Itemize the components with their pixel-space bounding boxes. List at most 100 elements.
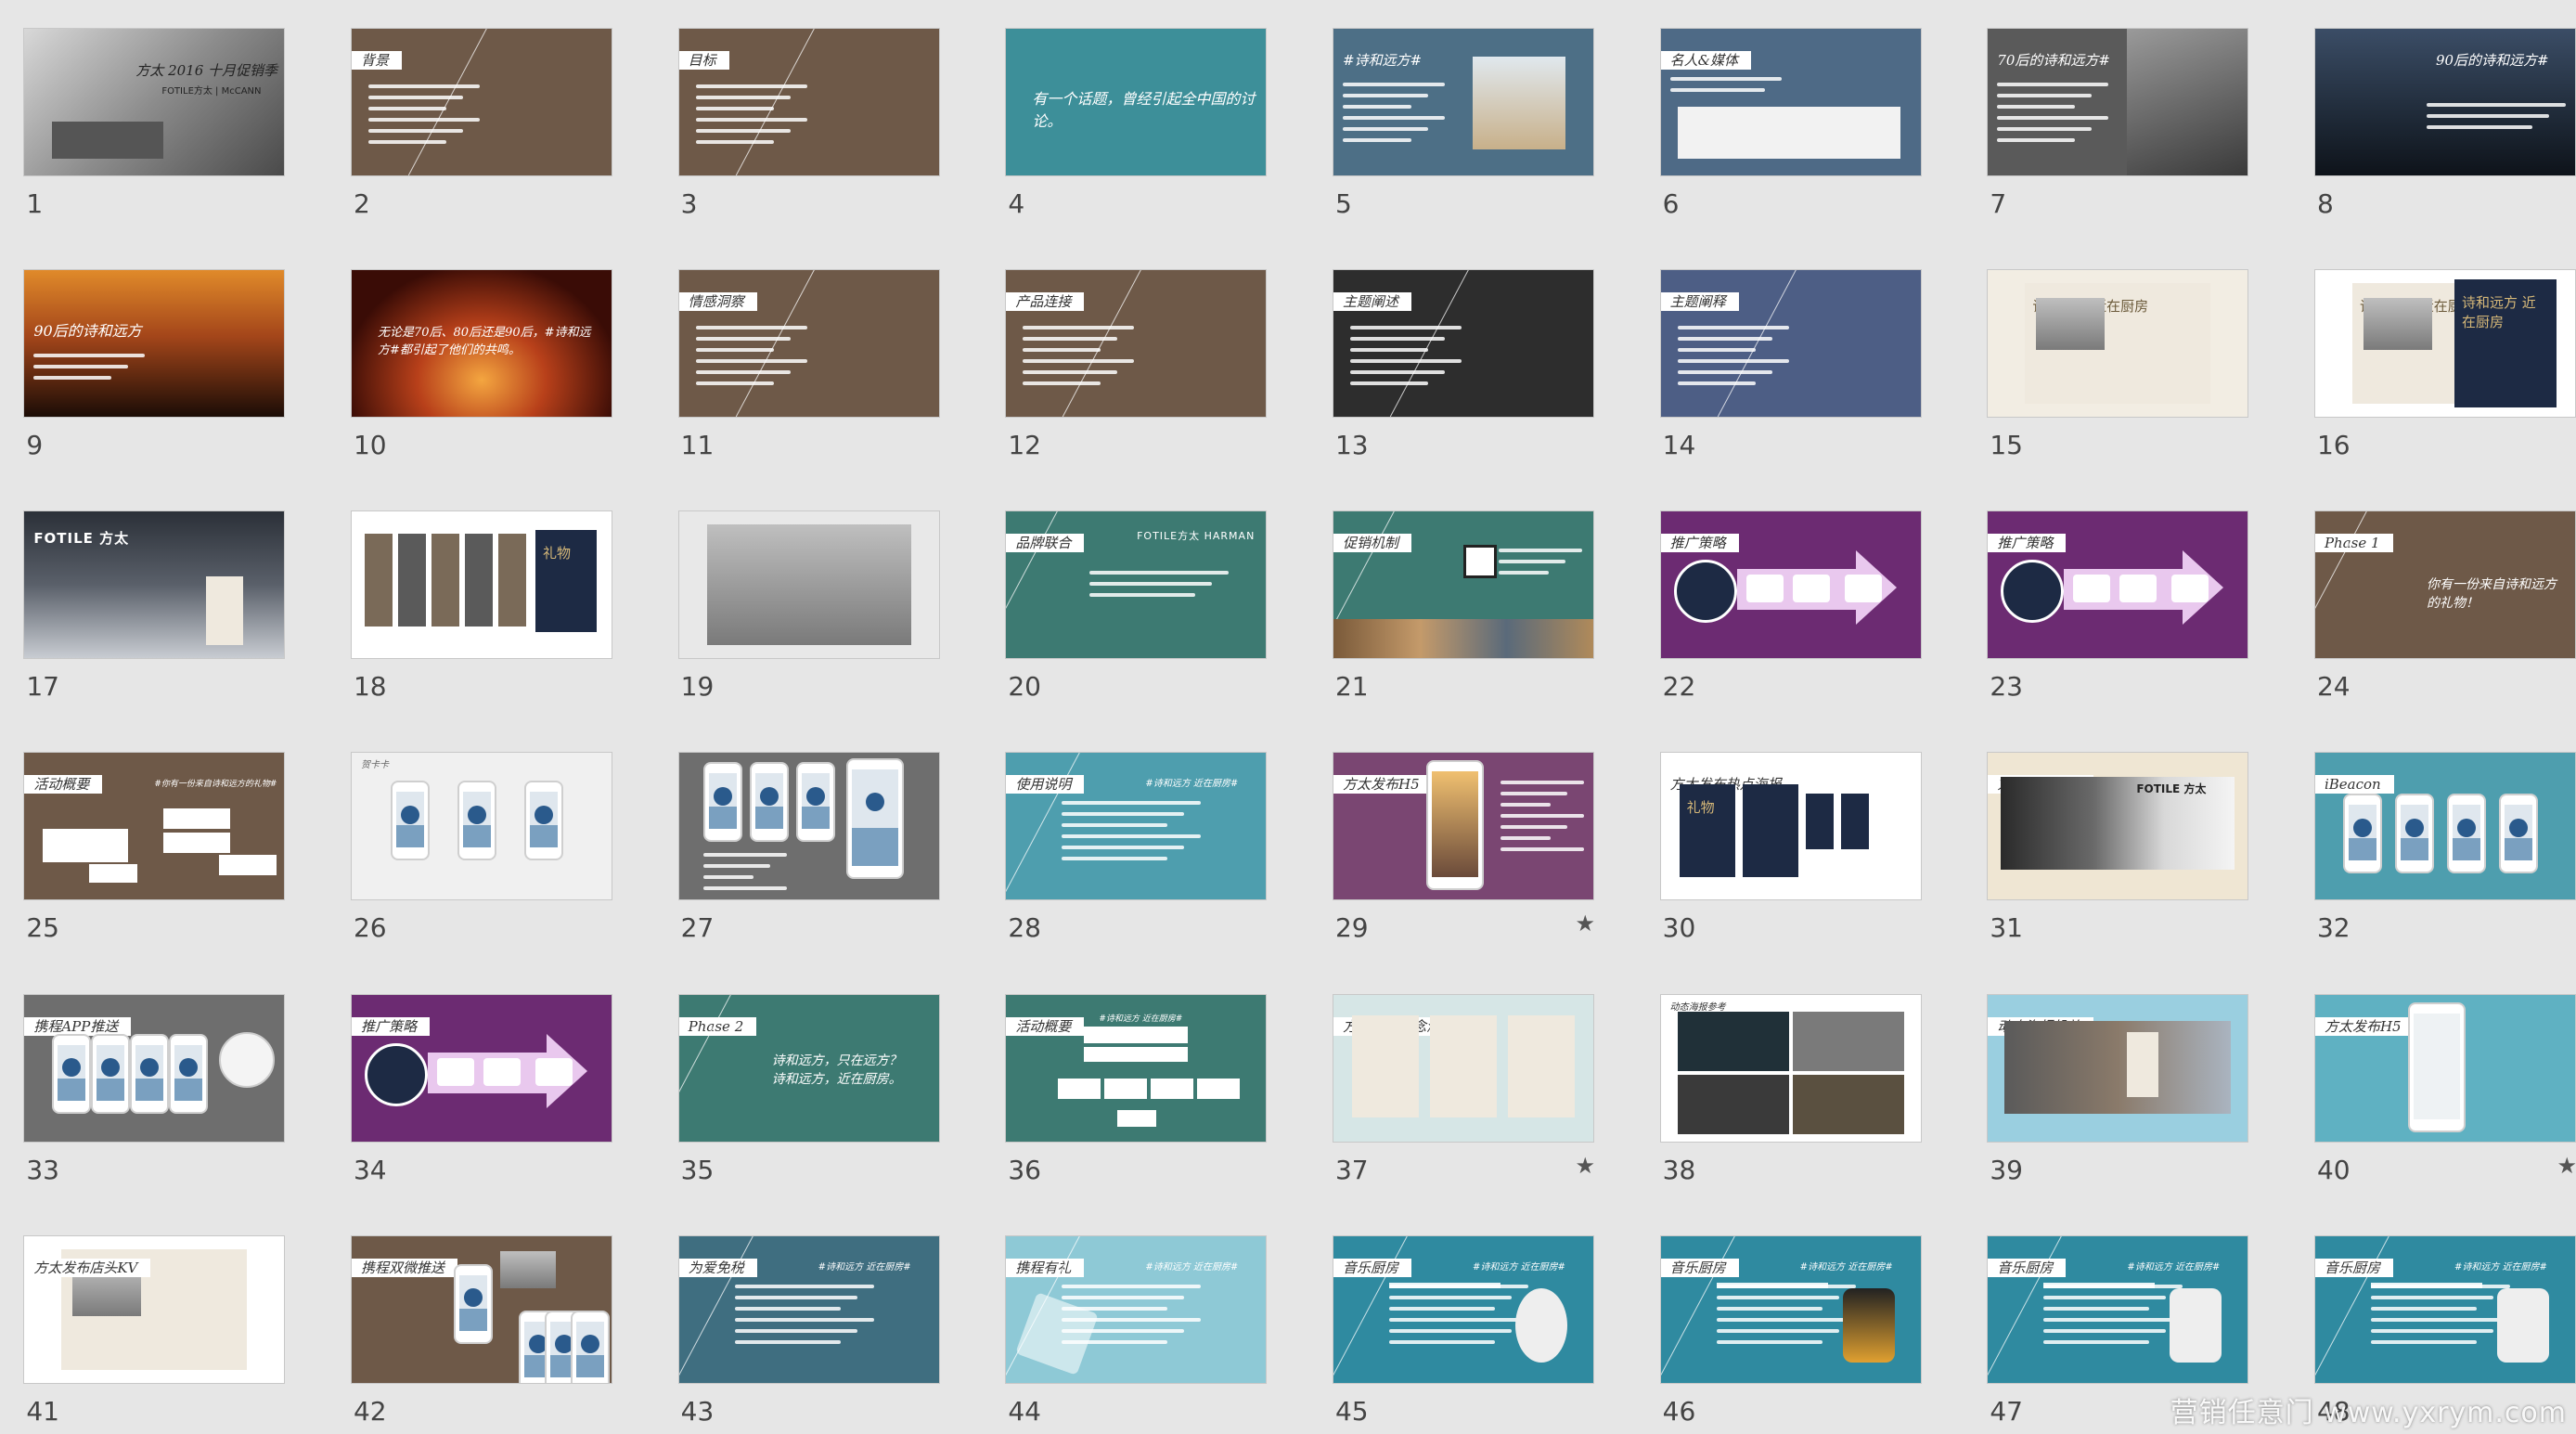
slide-preview[interactable]: 名人&媒体 (1660, 28, 1921, 175)
slide-thumbnail-46[interactable]: 音乐厨房 #诗和远方 近在厨房# 46 (1660, 1235, 1921, 1431)
slide-thumbnail-16[interactable]: 诗和远方 近在厨房诗和远方 近在厨房 16 (2314, 270, 2575, 465)
slide-preview[interactable]: 方太发布店头KV (24, 1235, 285, 1383)
text-line-placeholder (702, 875, 753, 880)
slide-thumbnail-31[interactable]: 方太店头陈列FOTILE 方太 31 (1988, 753, 2248, 948)
slide-preview[interactable]: 无论是70后、80后还是90后，#诗和远方#都引起了他们的共鸣。 (351, 270, 612, 418)
slide-thumbnail-6[interactable]: 名人&媒体 6 (1660, 28, 1921, 224)
slide-thumbnail-33[interactable]: 携程APP推送 33 (24, 994, 285, 1190)
slide-preview[interactable]: 情感洞察 (678, 270, 939, 418)
slide-preview[interactable]: iBeacon (2314, 753, 2575, 900)
slide-preview[interactable]: 诗和远方 近在厨房诗和远方 近在厨房 (2314, 270, 2575, 418)
slide-preview[interactable]: 主题阐述 (1333, 270, 1593, 418)
slide-preview[interactable]: 90后的诗和远方 (24, 270, 285, 418)
slide-preview[interactable]: 礼物 (351, 511, 612, 659)
slide-thumbnail-8[interactable]: 90后的诗和远方# 8 (2314, 28, 2575, 224)
slide-preview[interactable]: 音乐厨房 #诗和远方 近在厨房# (1660, 1235, 1921, 1383)
slide-thumbnail-39[interactable]: 动态海报投放 39 (1988, 994, 2248, 1190)
slide-thumbnail-2[interactable]: 背景 2 (351, 28, 612, 224)
slide-thumbnail-9[interactable]: 90后的诗和远方 9 (24, 270, 285, 465)
slide-thumbnail-41[interactable]: 方太发布店头KV 41 (24, 1235, 285, 1431)
slide-preview[interactable]: 目标 (678, 28, 939, 175)
text-line-placeholder (1342, 115, 1445, 120)
slide-thumbnail-36[interactable]: 活动概要 #诗和远方 近在厨房# 36 (1006, 994, 1267, 1190)
slide-preview[interactable]: 音乐厨房 #诗和远方 近在厨房# (2314, 1235, 2575, 1383)
slide-preview[interactable] (678, 753, 939, 900)
slide-preview[interactable]: 推广策略 (351, 994, 612, 1142)
slide-thumbnail-44[interactable]: 携程有礼 #诗和远方 近在厨房# 44 (1006, 1235, 1267, 1431)
slide-thumbnail-23[interactable]: 推广策略 23 (1988, 511, 2248, 706)
slide-thumbnail-20[interactable]: 品牌联合 FOTILE方太 HARMAN 20 (1006, 511, 1267, 706)
slide-thumbnail-42[interactable]: 携程双微推送 42 (351, 1235, 612, 1431)
slide-preview[interactable]: 方太发布热点海报礼物 (1660, 753, 1921, 900)
slide-thumbnail-1[interactable]: 方太 2016 十月促销季 FOTILE方太 | McCANN 1 (24, 28, 285, 224)
slide-preview[interactable]: 动态海报投放 (1988, 994, 2248, 1142)
slide-preview[interactable]: 促销机制 (1333, 511, 1593, 659)
slide-preview[interactable]: 使用说明 #诗和远方 近在厨房# (1006, 753, 1267, 900)
slide-preview[interactable]: 动态海报参考 (1660, 994, 1921, 1142)
slide-preview[interactable]: 产品连接 (1006, 270, 1267, 418)
slide-preview[interactable]: 推广策略 (1988, 511, 2248, 659)
slide-preview[interactable]: 音乐厨房 #诗和远方 近在厨房# (1333, 1235, 1593, 1383)
slide-preview[interactable]: 方太发布悬念海报 (1333, 994, 1593, 1142)
slide-thumbnail-30[interactable]: 方太发布热点海报礼物 30 (1660, 753, 1921, 948)
slide-preview[interactable]: 携程有礼 #诗和远方 近在厨房# (1006, 1235, 1267, 1383)
slide-preview[interactable]: 诗和远方 近在厨房 (1988, 270, 2248, 418)
slide-thumbnail-45[interactable]: 音乐厨房 #诗和远方 近在厨房# 45 (1333, 1235, 1593, 1431)
slide-preview[interactable]: #诗和远方# (1333, 28, 1593, 175)
slide-thumbnail-11[interactable]: 情感洞察 11 (678, 270, 939, 465)
slide-preview[interactable]: 背景 (351, 28, 612, 175)
slide-preview[interactable]: Phase 2 诗和远方，只在远方？诗和远方，近在厨房。 (678, 994, 939, 1142)
slide-thumbnail-12[interactable]: 产品连接 12 (1006, 270, 1267, 465)
slide-preview[interactable]: 活动概要 #诗和远方 近在厨房# (1006, 994, 1267, 1142)
slide-thumbnail-13[interactable]: 主题阐述 13 (1333, 270, 1593, 465)
slide-thumbnail-5[interactable]: #诗和远方# 5 (1333, 28, 1593, 224)
slide-preview[interactable] (678, 511, 939, 659)
slide-thumbnail-15[interactable]: 诗和远方 近在厨房 15 (1988, 270, 2248, 465)
slide-preview[interactable]: 携程双微推送 (351, 1235, 612, 1383)
slide-preview[interactable]: 音乐厨房 #诗和远方 近在厨房# (1988, 1235, 2248, 1383)
slide-thumbnail-25[interactable]: 活动概要 #你有一份来自诗和远方的礼物# 25 (24, 753, 285, 948)
slide-thumbnail-4[interactable]: 有一个话题，曾经引起全中国的讨论。 4 (1006, 28, 1267, 224)
slide-preview[interactable]: FOTILE 方太 (24, 511, 285, 659)
slide-thumbnail-28[interactable]: 使用说明 #诗和远方 近在厨房# 28 (1006, 753, 1267, 948)
text-line-placeholder (1716, 1328, 1839, 1333)
slide-preview[interactable]: 70后的诗和远方# (1988, 28, 2248, 175)
slide-thumbnail-27[interactable]: 27 (678, 753, 939, 948)
slide-preview[interactable]: 活动概要 #你有一份来自诗和远方的礼物# (24, 753, 285, 900)
slide-thumbnail-17[interactable]: FOTILE 方太 17 (24, 511, 285, 706)
slide-preview[interactable]: 贺卡卡 (351, 753, 612, 900)
slide-preview[interactable]: 方太 2016 十月促销季 FOTILE方太 | McCANN (24, 28, 285, 175)
slide-thumbnail-10[interactable]: 无论是70后、80后还是90后，#诗和远方#都引起了他们的共鸣。 10 (351, 270, 612, 465)
slide-preview[interactable]: 品牌联合 FOTILE方太 HARMAN (1006, 511, 1267, 659)
slide-preview[interactable]: 携程APP推送 (24, 994, 285, 1142)
slide-thumbnail-34[interactable]: 推广策略 34 (351, 994, 612, 1190)
slide-thumbnail-24[interactable]: Phase 1 你有一份来自诗和远方的礼物！ 24 (2314, 511, 2575, 706)
slide-thumbnail-7[interactable]: 70后的诗和远方# 7 (1988, 28, 2248, 224)
slide-thumbnail-35[interactable]: Phase 2 诗和远方，只在远方？诗和远方，近在厨房。 35 (678, 994, 939, 1190)
slide-preview[interactable]: 有一个话题，曾经引起全中国的讨论。 (1006, 28, 1267, 175)
text-line-placeholder (2370, 1317, 2510, 1322)
slide-preview[interactable]: 90后的诗和远方# (2314, 28, 2575, 175)
slide-thumbnail-38[interactable]: 动态海报参考 38 (1660, 994, 1921, 1190)
slide-preview[interactable]: 主题阐释 (1660, 270, 1921, 418)
slide-thumbnail-26[interactable]: 贺卡卡 26 (351, 753, 612, 948)
slide-thumbnail-32[interactable]: iBeacon 32 (2314, 753, 2575, 948)
slide-preview[interactable]: 为爱免税 #诗和远方 近在厨房# (678, 1235, 939, 1383)
slide-thumbnail-43[interactable]: 为爱免税 #诗和远方 近在厨房# 43 (678, 1235, 939, 1431)
slide-thumbnail-18[interactable]: 礼物 18 (351, 511, 612, 706)
slide-preview[interactable]: 方太店头陈列FOTILE 方太 (1988, 753, 2248, 900)
slide-preview[interactable]: 方太发布H5 (1333, 753, 1593, 900)
slide-preview[interactable]: 方太发布H5 (2314, 994, 2575, 1142)
slide-thumbnail-29[interactable]: 方太发布H5 29 ★ (1333, 753, 1595, 948)
slide-thumbnail-19[interactable]: 19 (678, 511, 939, 706)
slide-thumbnail-14[interactable]: 主题阐释 14 (1660, 270, 1921, 465)
slide-thumbnail-40[interactable]: 方太发布H5 40 ★ (2314, 994, 2576, 1190)
poster-image (1805, 794, 1834, 850)
slide-thumbnail-21[interactable]: 促销机制 21 (1333, 511, 1593, 706)
slide-preview[interactable]: 推广策略 (1660, 511, 1921, 659)
zoom-circle (219, 1031, 276, 1088)
slide-thumbnail-22[interactable]: 推广策略 22 (1660, 511, 1921, 706)
slide-thumbnail-37[interactable]: 方太发布悬念海报 37 ★ (1333, 994, 1595, 1190)
slide-thumbnail-3[interactable]: 目标 3 (678, 28, 939, 224)
slide-preview[interactable]: Phase 1 你有一份来自诗和远方的礼物！ (2314, 511, 2575, 659)
